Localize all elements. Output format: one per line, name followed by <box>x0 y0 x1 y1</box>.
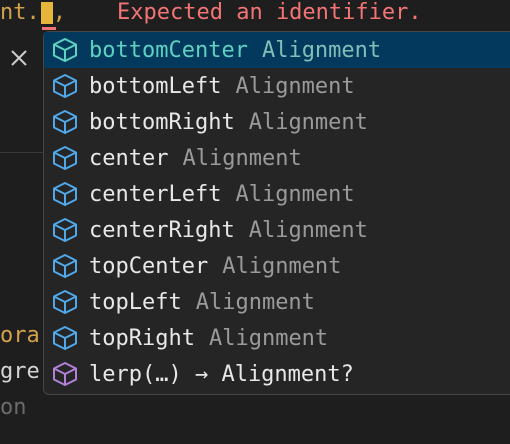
error-message: Expected an identifier. <box>117 0 422 25</box>
suggestion-item[interactable]: centerRight Alignment <box>44 212 510 248</box>
suggestion-widget[interactable]: bottomCenter Alignment bottomLeft Alignment… <box>43 31 510 395</box>
code-text: nt. <box>0 0 40 25</box>
class-icon <box>53 146 77 170</box>
suggestion-type: Alignment <box>182 145 302 171</box>
suggestion-type: Alignment <box>235 73 355 99</box>
suggestion-label: bottomCenter <box>89 37 248 63</box>
class-icon <box>53 182 77 206</box>
suggestion-item[interactable]: topCenter Alignment <box>44 248 510 284</box>
suggestion-type: Alignment <box>208 325 329 351</box>
suggestion-label: centerRight <box>89 217 235 243</box>
suggestion-label: topRight <box>89 325 195 351</box>
suggestion-item[interactable]: centerLeft Alignment <box>44 176 510 212</box>
class-icon <box>53 38 77 62</box>
suggestion-item[interactable]: lerp(…) → Alignment? <box>44 356 510 392</box>
suggestion-type: Alignment <box>195 289 315 315</box>
suggestion-item[interactable]: bottomRight Alignment <box>44 104 510 140</box>
suggestion-type: Alignment <box>235 181 355 207</box>
suggestion-type: Alignment <box>248 109 368 135</box>
suggestion-item[interactable]: topRight Alignment <box>44 320 510 356</box>
suggestion-type: Alignment <box>222 253 342 279</box>
code-fragment: gre <box>0 359 40 384</box>
class-icon <box>53 218 77 242</box>
suggestion-type: Alignment <box>261 37 382 63</box>
code-editor[interactable]: nt., Expected an identifier. ora gre on … <box>0 0 510 444</box>
suggestion-label: centerLeft <box>89 181 222 207</box>
class-icon <box>53 254 77 278</box>
suggestion-type: Alignment <box>248 217 368 243</box>
suggestion-label: lerp(…) → Alignment? <box>89 361 354 387</box>
class-icon <box>53 326 77 350</box>
class-icon <box>53 290 77 314</box>
suggestion-label: topLeft <box>89 289 182 315</box>
panel-divider <box>0 152 44 153</box>
suggestion-item[interactable]: topLeft Alignment <box>44 284 510 320</box>
suggestion-label: center <box>89 145 169 171</box>
suggestion-label: bottomLeft <box>89 73 222 99</box>
method-icon <box>53 362 77 386</box>
suggestion-item[interactable]: bottomLeft Alignment <box>44 68 510 104</box>
suggestion-item[interactable]: center Alignment <box>44 140 510 176</box>
code-fragment: on <box>0 395 27 420</box>
suggestion-label: topCenter <box>89 253 209 279</box>
close-icon[interactable] <box>9 48 29 68</box>
suggestion-item[interactable]: bottomCenter Alignment <box>44 32 510 68</box>
code-comma: , <box>52 0 66 25</box>
class-icon <box>53 74 77 98</box>
code-line-current[interactable]: nt., <box>0 0 66 31</box>
code-fragment: ora <box>0 323 40 348</box>
class-icon <box>53 110 77 134</box>
suggestion-label: bottomRight <box>89 109 235 135</box>
error-squiggle <box>42 27 56 30</box>
text-cursor <box>40 2 53 24</box>
